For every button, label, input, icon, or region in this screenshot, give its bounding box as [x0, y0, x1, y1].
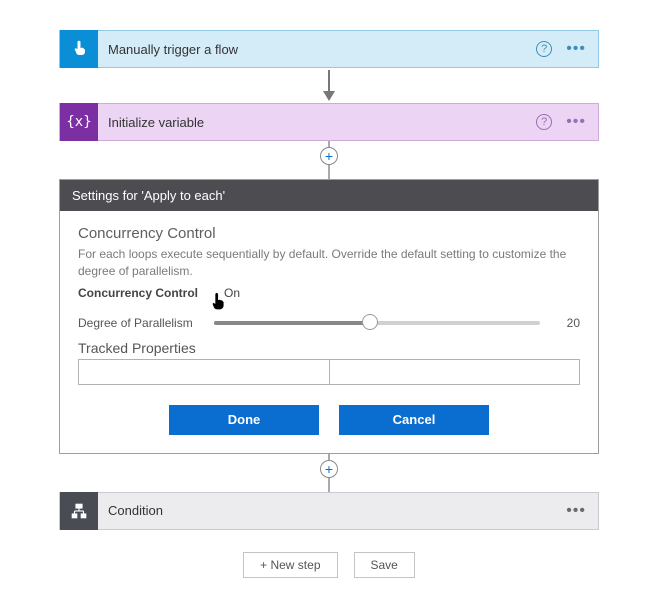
concurrency-title: Concurrency Control — [78, 225, 580, 242]
toggle-knob — [196, 295, 210, 309]
condition-card[interactable]: Condition ••• — [59, 492, 599, 530]
tracked-value-input[interactable] — [330, 360, 580, 384]
variable-card[interactable]: {x} Initialize variable ? ••• — [59, 103, 599, 141]
add-action-connector: + — [320, 454, 338, 492]
trigger-title: Manually trigger a flow — [98, 42, 536, 57]
variable-icon: {x} — [60, 103, 98, 141]
help-icon[interactable]: ? — [536, 114, 552, 130]
add-action-button[interactable]: + — [320, 147, 338, 165]
trigger-card[interactable]: Manually trigger a flow ? ••• — [59, 30, 599, 68]
help-icon[interactable]: ? — [536, 41, 552, 57]
more-icon[interactable]: ••• — [566, 113, 586, 131]
add-action-button[interactable]: + — [320, 460, 338, 478]
flow-designer-canvas: Manually trigger a flow ? ••• {x} Initia… — [0, 0, 658, 588]
done-button[interactable]: Done — [169, 405, 319, 435]
connector-arrow — [323, 70, 335, 101]
designer-footer-actions: + New step Save — [243, 552, 415, 578]
tracked-properties-title: Tracked Properties — [78, 340, 580, 356]
cancel-button[interactable]: Cancel — [339, 405, 489, 435]
touch-icon — [60, 30, 98, 68]
tracked-key-input[interactable] — [79, 360, 330, 384]
more-icon[interactable]: ••• — [566, 502, 586, 520]
save-button[interactable]: Save — [354, 552, 415, 578]
settings-header: Settings for 'Apply to each' — [60, 180, 598, 211]
concurrency-desc: For each loops execute sequentially by d… — [78, 246, 580, 280]
new-step-button[interactable]: + New step — [243, 552, 337, 578]
toggle-label: Concurrency Control — [78, 286, 200, 300]
tracked-properties-table — [78, 359, 580, 385]
variable-title: Initialize variable — [98, 115, 536, 130]
slider-value: 20 — [554, 316, 580, 330]
slider-label: Degree of Parallelism — [78, 316, 200, 330]
condition-title: Condition — [98, 503, 566, 518]
slider-thumb[interactable] — [362, 314, 378, 330]
more-icon[interactable]: ••• — [566, 40, 586, 58]
settings-panel: Settings for 'Apply to each' Concurrency… — [59, 179, 599, 454]
add-action-connector: + — [320, 141, 338, 179]
toggle-state-text: On — [224, 286, 240, 300]
parallelism-slider[interactable] — [214, 314, 540, 332]
condition-icon — [60, 492, 98, 530]
